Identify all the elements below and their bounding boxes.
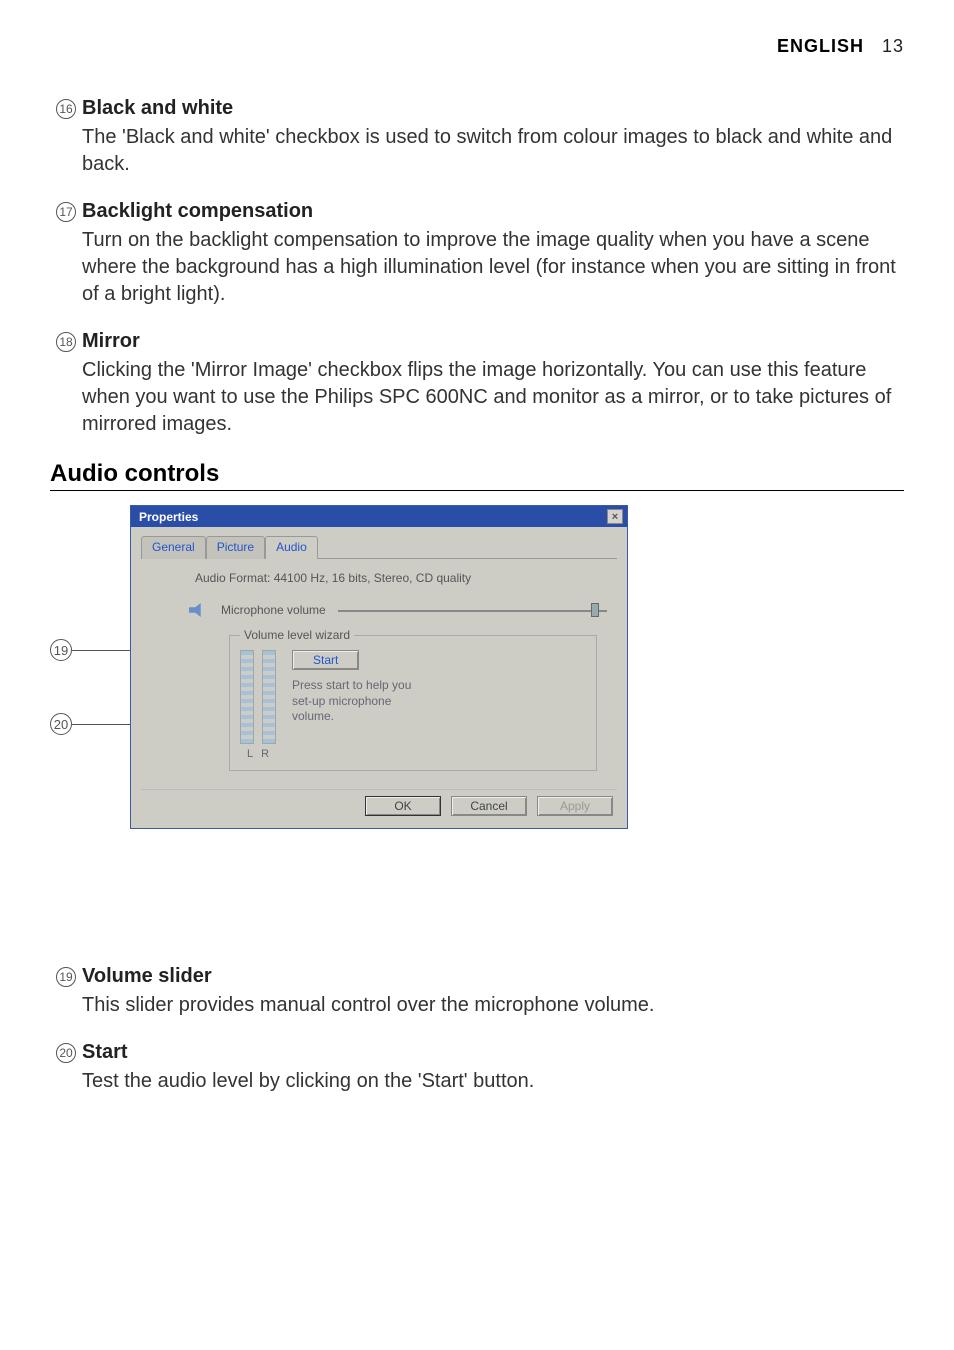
bullet: 16 <box>50 97 82 178</box>
start-button[interactable]: Start <box>292 650 359 670</box>
properties-dialog: Properties × General Picture Audio Audio… <box>130 505 628 829</box>
wizard-hint: Press start to help you set-up microphon… <box>292 678 422 725</box>
doc-item-17: 17 Backlight compensation Turn on the ba… <box>50 200 904 308</box>
bullet-number: 20 <box>56 1043 76 1063</box>
slider-thumb[interactable] <box>591 603 599 617</box>
bullet-number: 16 <box>56 99 76 119</box>
cancel-button[interactable]: Cancel <box>451 796 527 816</box>
item-desc: Clicking the 'Mirror Image' checkbox fli… <box>82 357 904 438</box>
item-desc: This slider provides manual control over… <box>82 992 904 1019</box>
item-title: Backlight compensation <box>82 200 904 223</box>
close-icon[interactable]: × <box>607 509 623 524</box>
dialog-tabs: General Picture Audio <box>141 535 617 559</box>
wizard-legend: Volume level wizard <box>240 628 354 642</box>
level-meters <box>240 650 276 744</box>
meter-left <box>240 650 254 744</box>
item-title: Volume slider <box>82 965 904 988</box>
meter-label-r: R <box>261 748 269 760</box>
item-desc: Test the audio level by clicking on the … <box>82 1068 904 1095</box>
microphone-volume-slider[interactable] <box>338 603 607 617</box>
dialog-title: Properties <box>139 510 198 524</box>
bullet-number: 19 <box>56 967 76 987</box>
item-title: Start <box>82 1041 904 1064</box>
header-language: ENGLISH <box>777 36 864 56</box>
apply-button: Apply <box>537 796 613 816</box>
ok-button[interactable]: OK <box>365 796 441 816</box>
callout-20: 20 <box>50 713 72 735</box>
callout-19: 19 <box>50 639 72 661</box>
callout-column: 19 20 <box>50 505 130 925</box>
doc-item-20: 20 Start Test the audio level by clickin… <box>50 1041 904 1095</box>
audio-format-label: Audio Format: 44100 Hz, 16 bits, Stereo,… <box>195 571 617 585</box>
meter-right <box>262 650 276 744</box>
item-desc: The 'Black and white' checkbox is used t… <box>82 124 904 178</box>
bullet-number: 17 <box>56 202 76 222</box>
tab-general[interactable]: General <box>141 536 206 559</box>
tab-audio[interactable]: Audio <box>265 536 318 559</box>
bullet-number: 18 <box>56 332 76 352</box>
meter-label-l: L <box>247 748 253 760</box>
tab-picture[interactable]: Picture <box>206 536 265 559</box>
section-heading-audio-controls: Audio controls <box>50 460 904 491</box>
microphone-volume-label: Microphone volume <box>221 603 326 617</box>
doc-item-18: 18 Mirror Clicking the 'Mirror Image' ch… <box>50 330 904 438</box>
item-desc: Turn on the backlight compensation to im… <box>82 227 904 308</box>
item-title: Black and white <box>82 97 904 120</box>
dialog-button-row: OK Cancel Apply <box>141 789 617 818</box>
page-header: ENGLISH 13 <box>50 36 904 57</box>
item-title: Mirror <box>82 330 904 353</box>
microphone-volume-row: Microphone volume <box>189 603 617 617</box>
dialog-titlebar: Properties × <box>131 506 627 527</box>
speaker-icon <box>189 603 207 617</box>
doc-item-16: 16 Black and white The 'Black and white'… <box>50 97 904 178</box>
volume-level-wizard-group: Volume level wizard L R Start <box>229 635 597 771</box>
doc-item-19: 19 Volume slider This slider provides ma… <box>50 965 904 1019</box>
header-page-number: 13 <box>882 36 904 56</box>
